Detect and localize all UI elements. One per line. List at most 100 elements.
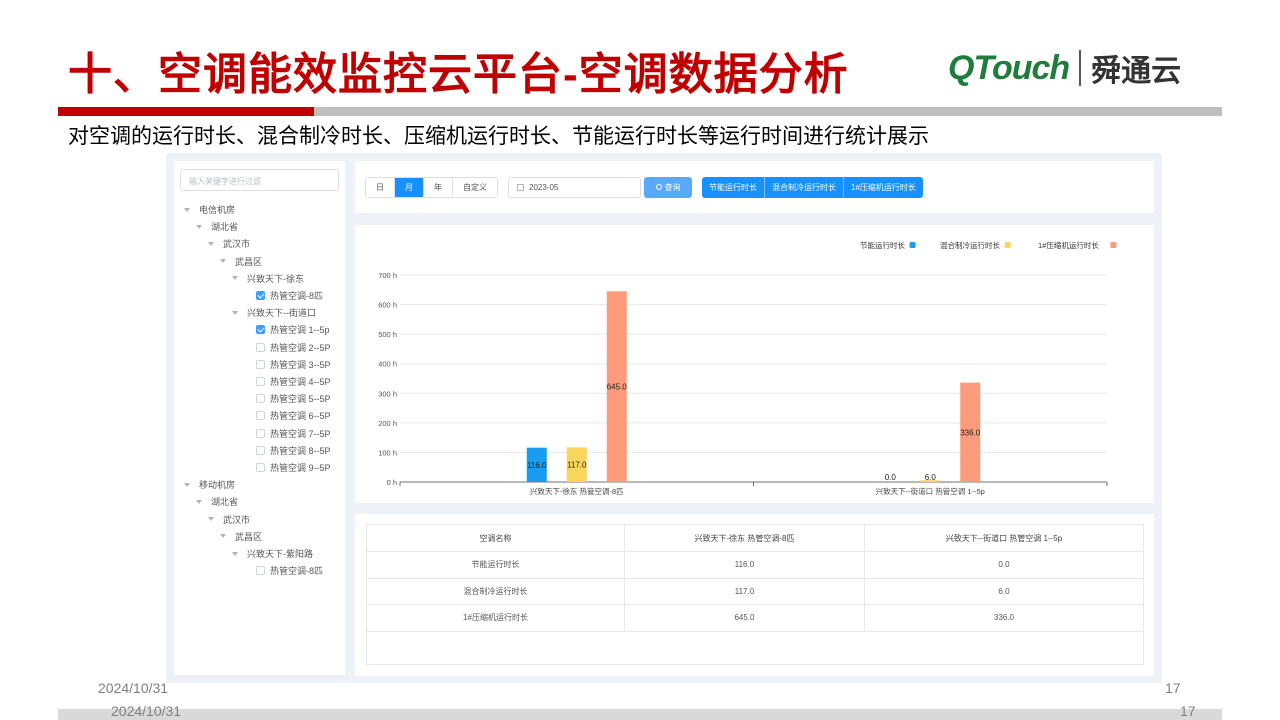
tree-leaf[interactable]: 热管空调 8--5P — [256, 442, 331, 459]
tree-checkbox[interactable] — [256, 377, 265, 386]
tree-checkbox[interactable] — [256, 342, 265, 352]
legend-label: 1#压缩机运行时长 — [1038, 240, 1099, 250]
tree-node[interactable]: 兴致天下--街道口 — [232, 304, 316, 321]
tree-node-label: 热管空调 3--5P — [270, 359, 331, 370]
device-tree-panel: 输入关键字进行过滤 电信机房 湖北省 武汉市 武昌区 兴致天下-徐东 热管空调-8匹 兴致天… — [174, 161, 345, 675]
period-option[interactable]: 年 — [424, 178, 453, 197]
caret-down-icon[interactable] — [232, 310, 238, 315]
caret-down-icon[interactable] — [208, 241, 214, 246]
tree-node-label: 热管空调 9--5P — [270, 463, 331, 473]
tree-checkbox[interactable] — [256, 428, 265, 438]
x-category-label: 兴致天下--街道口 热管空调 1--5p — [876, 486, 985, 496]
search-icon — [655, 184, 662, 190]
app-screenshot: 输入关键字进行过滤 电信机房 湖北省 武汉市 武昌区 兴致天下-徐东 热管空调-8匹 兴致天… — [166, 153, 1162, 683]
caret-down-icon[interactable] — [208, 517, 214, 522]
tree-node-label: 湖北省 — [211, 497, 239, 508]
caret-down-icon[interactable] — [184, 207, 190, 212]
slide-subtitle: 对空调的运行时长、混合制冷时长、压缩机运行时长、节能运行时长等运行时间进行统计展… — [68, 125, 929, 148]
tree-node[interactable]: 电信机房 — [184, 201, 235, 218]
y-tick-label: 100 h — [378, 448, 397, 457]
tree-node[interactable]: 湖北省 — [196, 218, 238, 235]
caret-down-icon[interactable] — [196, 499, 202, 504]
y-tick-label: 0 h — [387, 478, 397, 487]
tree-node-label: 热管空调 7--5P — [270, 428, 331, 439]
tree-node-label: 电信机房 — [199, 205, 236, 215]
logo-chinese-text: 舜通云 — [1091, 55, 1182, 88]
tree-checkbox[interactable] — [256, 463, 265, 472]
legend-label: 节能运行时长 — [860, 240, 905, 250]
tree-leaf[interactable]: 热管空调-8匹 — [256, 287, 323, 304]
tree-leaf[interactable]: 热管空调 4--5P — [256, 373, 331, 390]
caret-down-icon[interactable] — [220, 259, 226, 264]
tree-checkbox[interactable] — [256, 566, 265, 576]
tree-node[interactable]: 武昌区 — [220, 253, 262, 270]
tree-node[interactable]: 湖北省 — [196, 493, 238, 510]
tree-leaf[interactable]: 热管空调 9--5P — [256, 459, 331, 476]
tree-node-label: 武昌区 — [235, 531, 263, 542]
tree-leaf[interactable]: 热管空调 1--5p — [256, 321, 330, 338]
period-option[interactable]: 月 — [395, 178, 424, 197]
tree-leaf[interactable]: 热管空调 6--5P — [256, 407, 331, 424]
month-picker[interactable]: 2023-05 — [508, 177, 641, 198]
tree-checkbox[interactable] — [256, 291, 265, 300]
tree-node-label: 移动机房 — [199, 480, 236, 491]
legend-swatch — [1110, 242, 1117, 248]
caret-down-icon[interactable] — [220, 534, 226, 539]
table-cell: 645.0 — [624, 604, 865, 632]
tree-leaf[interactable]: 热管空调 2--5P — [256, 339, 331, 356]
tree-checkbox[interactable] — [256, 394, 265, 404]
table-header-cell: 兴致天下-徐东 热管空调-8匹 — [624, 524, 865, 552]
logo-divider — [1079, 50, 1082, 86]
tree-node-label: 湖北省 — [211, 222, 239, 233]
tree-leaf[interactable]: 热管空调 3--5P — [256, 356, 331, 373]
tree-node[interactable]: 兴致天下-紫阳路 — [232, 545, 313, 562]
tree-node[interactable]: 兴致天下-徐东 — [232, 270, 304, 287]
legend-item[interactable]: 节能运行时长 — [860, 240, 916, 250]
metric-option[interactable]: 混合制冷运行时长 — [765, 177, 844, 198]
tree-node-label: 热管空调-8匹 — [270, 566, 324, 577]
tree-node-label: 兴致天下-徐东 — [247, 273, 304, 284]
bar-data-label: 0.0 — [885, 473, 897, 482]
footer-bar — [58, 709, 1222, 720]
legend-swatch — [909, 242, 916, 248]
query-button[interactable]: 查询 — [644, 177, 692, 198]
caret-down-icon[interactable] — [184, 482, 190, 487]
tree-node-label: 武汉市 — [223, 239, 251, 250]
table-row: 1#压缩机运行时长 645.0 336.0 — [366, 604, 1145, 632]
tree-checkbox[interactable] — [256, 411, 265, 421]
metric-selector: 节能运行时长 混合制冷运行时长 1#压缩机运行时长 — [702, 177, 923, 198]
tree-node[interactable]: 武昌区 — [220, 528, 262, 545]
table-empty-area — [366, 631, 1144, 665]
tree-node[interactable]: 武汉市 — [208, 511, 250, 528]
tree-checkbox[interactable] — [256, 445, 265, 455]
tree-node[interactable]: 移动机房 — [184, 476, 235, 493]
table-cell: 0.0 — [863, 551, 1145, 579]
legend-item[interactable]: 1#压缩机运行时长 — [1038, 240, 1117, 250]
tree-checkbox[interactable] — [256, 359, 265, 369]
legend-item[interactable]: 混合制冷运行时长 — [940, 240, 1011, 250]
table-cell: 节能运行时长 — [366, 551, 625, 579]
tree-checkbox[interactable] — [256, 325, 265, 335]
y-tick-label: 600 h — [378, 301, 397, 310]
table-header-cell: 兴致天下--街道口 热管空调 1--5p — [863, 524, 1145, 552]
caret-down-icon[interactable] — [232, 276, 238, 281]
metric-option[interactable]: 1#压缩机运行时长 — [844, 177, 923, 198]
tree-leaf[interactable]: 热管空调-8匹 — [256, 562, 323, 579]
tree-node[interactable]: 武汉市 — [208, 235, 250, 252]
bar-data-label: 336.0 — [960, 428, 981, 437]
y-tick-label: 700 h — [378, 271, 397, 280]
caret-down-icon[interactable] — [232, 551, 238, 556]
caret-down-icon[interactable] — [196, 224, 202, 229]
tree-node-label: 热管空调 5--5P — [270, 394, 331, 405]
y-tick-label: 500 h — [378, 330, 397, 339]
tree-leaf[interactable]: 热管空调 7--5P — [256, 425, 331, 442]
query-button-label: 查询 — [664, 183, 681, 192]
table-header-row: 空调名称 兴致天下-徐东 热管空调-8匹 兴致天下--街道口 热管空调 1--5p — [366, 524, 1145, 552]
metric-option[interactable]: 节能运行时长 — [702, 177, 765, 198]
period-option[interactable]: 日 — [366, 178, 395, 197]
bar-data-label: 116.0 — [527, 461, 547, 470]
tree-leaf[interactable]: 热管空调 5--5P — [256, 390, 331, 407]
period-option[interactable]: 自定义 — [453, 178, 497, 197]
bar-data-label: 6.0 — [925, 473, 937, 482]
tree-filter-input[interactable]: 输入关键字进行过滤 — [180, 169, 339, 191]
